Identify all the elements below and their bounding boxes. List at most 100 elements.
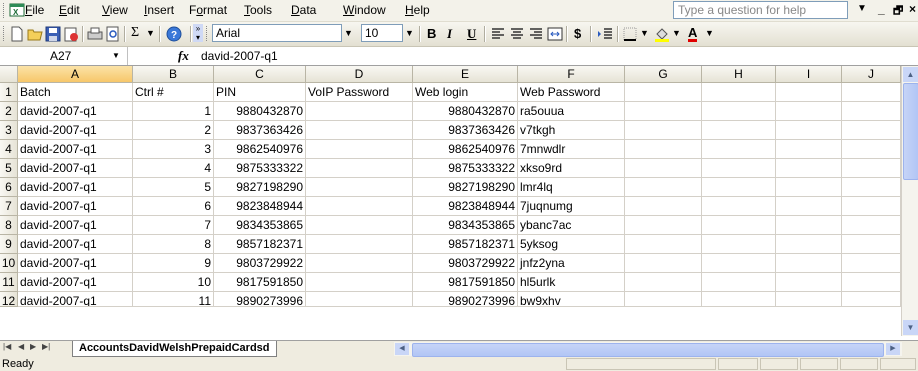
print-icon[interactable] bbox=[86, 25, 104, 43]
row-header-1[interactable]: 1 bbox=[0, 83, 18, 102]
cell-b4[interactable]: 3 bbox=[133, 140, 214, 159]
cell-a6[interactable]: david-2007-q1 bbox=[18, 178, 133, 197]
cell-i5[interactable] bbox=[776, 159, 842, 178]
scroll-up-icon[interactable]: ▲ bbox=[903, 67, 918, 82]
cell-g2[interactable] bbox=[625, 102, 702, 121]
column-header-c[interactable]: C bbox=[214, 66, 306, 83]
cell-a9[interactable]: david-2007-q1 bbox=[18, 235, 133, 254]
cell-g4[interactable] bbox=[625, 140, 702, 159]
row-header-7[interactable]: 7 bbox=[0, 197, 18, 216]
cell-g10[interactable] bbox=[625, 254, 702, 273]
cell-f11[interactable]: hl5urlk bbox=[518, 273, 625, 292]
cell-h6[interactable] bbox=[702, 178, 776, 197]
open-icon[interactable] bbox=[26, 25, 44, 43]
cell-g5[interactable] bbox=[625, 159, 702, 178]
toolbar-options-icon[interactable]: » ▾ bbox=[193, 24, 203, 42]
cell-e7[interactable]: 9823848944 bbox=[413, 197, 518, 216]
cell-b11[interactable]: 10 bbox=[133, 273, 214, 292]
cell-j10[interactable] bbox=[842, 254, 901, 273]
cell-j12[interactable] bbox=[842, 292, 901, 307]
cell-d9[interactable] bbox=[306, 235, 413, 254]
menu-file[interactable]: File bbox=[25, 3, 44, 18]
new-icon[interactable] bbox=[8, 25, 26, 43]
cell-i3[interactable] bbox=[776, 121, 842, 140]
cell-c6[interactable]: 9827198290 bbox=[214, 178, 306, 197]
cell-j2[interactable] bbox=[842, 102, 901, 121]
column-header-e[interactable]: E bbox=[413, 66, 518, 83]
cell-h12[interactable] bbox=[702, 292, 776, 307]
cell-a2[interactable]: david-2007-q1 bbox=[18, 102, 133, 121]
cell-c5[interactable]: 9875333322 bbox=[214, 159, 306, 178]
cell-e10[interactable]: 9803729922 bbox=[413, 254, 518, 273]
font-name-box[interactable]: Arial bbox=[212, 24, 342, 42]
menu-view[interactable]: View bbox=[102, 3, 128, 18]
vertical-scrollbar[interactable]: ▲ ▼ bbox=[901, 66, 918, 336]
merge-center-icon[interactable] bbox=[546, 25, 564, 43]
fill-color-dropdown-icon[interactable]: ▼ bbox=[670, 24, 683, 42]
fill-color-icon[interactable] bbox=[653, 25, 671, 43]
cell-j7[interactable] bbox=[842, 197, 901, 216]
row-header-8[interactable]: 8 bbox=[0, 216, 18, 235]
cell-e2[interactable]: 9880432870 bbox=[413, 102, 518, 121]
italic-button[interactable]: I bbox=[447, 26, 452, 42]
cell-a3[interactable]: david-2007-q1 bbox=[18, 121, 133, 140]
cell-j4[interactable] bbox=[842, 140, 901, 159]
cell-j3[interactable] bbox=[842, 121, 901, 140]
restore-icon[interactable]: 🗗 bbox=[893, 2, 903, 21]
cell-d7[interactable] bbox=[306, 197, 413, 216]
cell-c11[interactable]: 9817591850 bbox=[214, 273, 306, 292]
cell-d5[interactable] bbox=[306, 159, 413, 178]
cell-i2[interactable] bbox=[776, 102, 842, 121]
cell-i12[interactable] bbox=[776, 292, 842, 307]
menu-data[interactable]: Data bbox=[291, 3, 316, 18]
cell-h9[interactable] bbox=[702, 235, 776, 254]
excel-doc-icon[interactable]: X bbox=[9, 2, 25, 18]
cell-b6[interactable]: 5 bbox=[133, 178, 214, 197]
cell-e4[interactable]: 9862540976 bbox=[413, 140, 518, 159]
row-header-2[interactable]: 2 bbox=[0, 102, 18, 121]
cell-b12[interactable]: 11 bbox=[133, 292, 214, 307]
row-header-4[interactable]: 4 bbox=[0, 140, 18, 159]
cell-f10[interactable]: jnfz2yna bbox=[518, 254, 625, 273]
cell-e5[interactable]: 9875333322 bbox=[413, 159, 518, 178]
menu-help[interactable]: Help bbox=[405, 3, 430, 18]
cell-f3[interactable]: v7tkgh bbox=[518, 121, 625, 140]
toolbar-grip[interactable] bbox=[3, 26, 6, 41]
align-center-icon[interactable] bbox=[508, 25, 526, 43]
select-all-corner[interactable] bbox=[0, 66, 18, 83]
cell-a10[interactable]: david-2007-q1 bbox=[18, 254, 133, 273]
cell-d11[interactable] bbox=[306, 273, 413, 292]
column-header-d[interactable]: D bbox=[306, 66, 413, 83]
scroll-left-icon[interactable]: ◀ bbox=[395, 343, 409, 355]
cell-i7[interactable] bbox=[776, 197, 842, 216]
cell-f5[interactable]: xkso9rd bbox=[518, 159, 625, 178]
cell-b7[interactable]: 6 bbox=[133, 197, 214, 216]
cell-f4[interactable]: 7mnwdlr bbox=[518, 140, 625, 159]
cell-i9[interactable] bbox=[776, 235, 842, 254]
cell-i1[interactable] bbox=[776, 83, 842, 102]
menu-window[interactable]: Window bbox=[343, 3, 386, 18]
menu-tools[interactable]: Tools bbox=[244, 3, 272, 18]
cell-f6[interactable]: lmr4lq bbox=[518, 178, 625, 197]
cell-d3[interactable] bbox=[306, 121, 413, 140]
cell-b9[interactable]: 8 bbox=[133, 235, 214, 254]
cell-d8[interactable] bbox=[306, 216, 413, 235]
row-header-3[interactable]: 3 bbox=[0, 121, 18, 140]
cell-a5[interactable]: david-2007-q1 bbox=[18, 159, 133, 178]
underline-button[interactable]: U bbox=[467, 26, 476, 42]
cell-j8[interactable] bbox=[842, 216, 901, 235]
cell-d10[interactable] bbox=[306, 254, 413, 273]
cell-b10[interactable]: 9 bbox=[133, 254, 214, 273]
cell-f2[interactable]: ra5ouua bbox=[518, 102, 625, 121]
prev-sheet-icon[interactable]: ◀ bbox=[18, 342, 24, 351]
name-box-dropdown-icon[interactable]: ▼ bbox=[112, 47, 120, 65]
next-sheet-icon[interactable]: ▶ bbox=[30, 342, 36, 351]
cell-g12[interactable] bbox=[625, 292, 702, 307]
cell-f1[interactable]: Web Password bbox=[518, 83, 625, 102]
row-header-9[interactable]: 9 bbox=[0, 235, 18, 254]
cell-g11[interactable] bbox=[625, 273, 702, 292]
cell-e3[interactable]: 9837363426 bbox=[413, 121, 518, 140]
font-size-box[interactable]: 10 bbox=[361, 24, 403, 42]
cell-i8[interactable] bbox=[776, 216, 842, 235]
insert-function-icon[interactable]: fx bbox=[178, 48, 189, 64]
